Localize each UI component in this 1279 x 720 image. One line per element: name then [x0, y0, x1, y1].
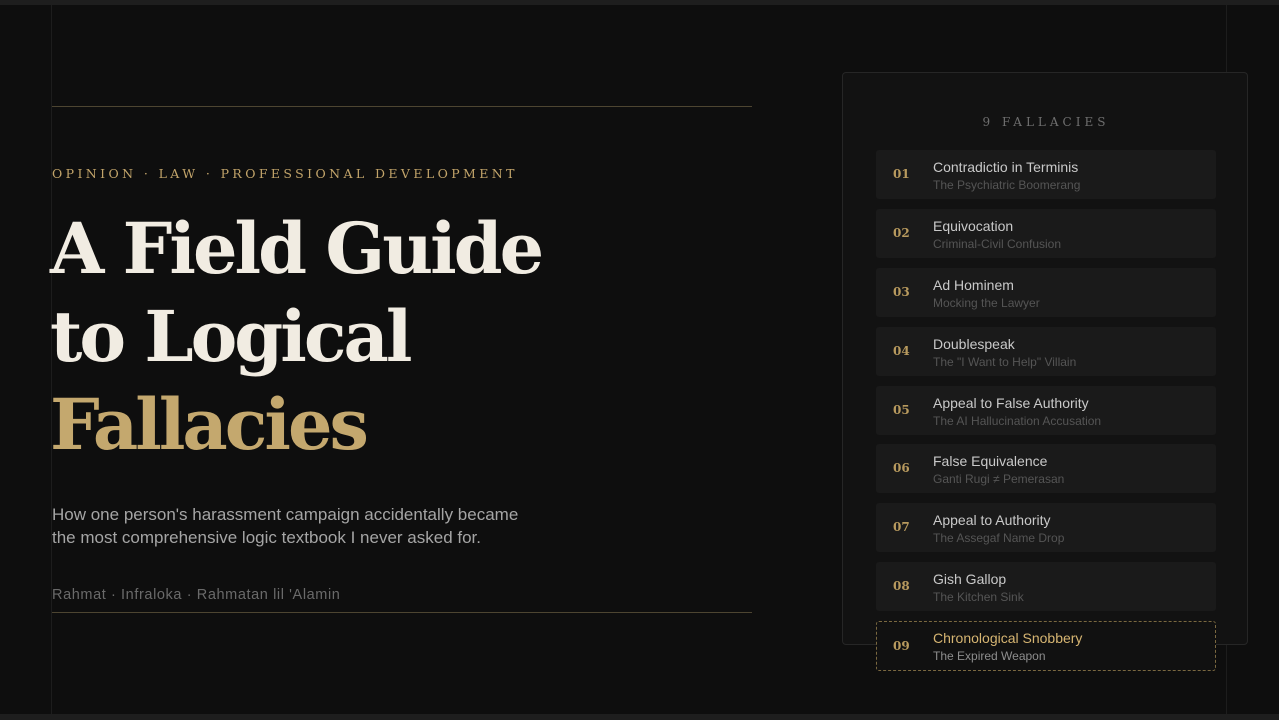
fallacy-number: 04 — [893, 343, 910, 358]
fallacy-number: 09 — [893, 639, 910, 654]
subtitle-line-1: How one person's harassment campaign acc… — [52, 505, 519, 524]
fallacy-name: Appeal to Authority — [933, 512, 1051, 529]
fallacy-description: The AI Hallucination Accusation — [933, 413, 1102, 428]
fallacy-number: 08 — [893, 579, 910, 594]
fallacy-item-8[interactable]: 08 Gish Gallop The Kitchen Sink — [876, 562, 1216, 612]
fallacy-name: Equivocation — [933, 217, 1014, 234]
subtitle-line-2: the most comprehensive logic textbook I … — [52, 528, 482, 547]
fallacy-number: 01 — [893, 167, 910, 181]
fallacy-description: The Psychiatric Boomerang — [933, 178, 1081, 192]
title-line-2: to Logical — [50, 295, 412, 378]
fallacy-name: False Equivalence — [933, 453, 1048, 470]
fallacy-item-2[interactable]: 02 Equivocation Criminal-Civil Confusion — [876, 208, 1216, 258]
slide-canvas: OPINION · LAW · PROFESSIONAL DEVELOPMENT… — [0, 0, 1279, 720]
fallacy-description: The "I Want to Help" Villain — [933, 354, 1077, 369]
fallacy-number: 02 — [893, 225, 910, 240]
fallacy-number: 05 — [893, 402, 910, 417]
fallacy-name: Ad Hominem — [933, 276, 1014, 293]
fallacy-description: Ganti Rugi ≠ Pemerasan — [933, 472, 1065, 487]
fallacy-item-9-active[interactable]: 09 Chronological Snobbery The Expired We… — [876, 621, 1216, 672]
fallacy-description: Criminal-Civil Confusion — [933, 236, 1062, 251]
bottom-rule — [52, 612, 752, 613]
fallacy-number: 07 — [893, 520, 910, 535]
fallacy-name: Gish Gallop — [933, 571, 1007, 588]
fallacy-number: 03 — [893, 284, 910, 299]
fallacy-name: Contradictio in Terminis — [933, 159, 1079, 175]
fallacy-item-5[interactable]: 05 Appeal to False Authority The AI Hall… — [876, 385, 1216, 435]
bottom-edge-bar — [0, 714, 1279, 720]
fallacy-item-1[interactable]: 01 Contradictio in Terminis The Psychiat… — [876, 150, 1216, 199]
fallacy-description: The Kitchen Sink — [933, 590, 1024, 605]
fallacy-description: The Assegaf Name Drop — [933, 531, 1065, 546]
fallacy-item-7[interactable]: 07 Appeal to Authority The Assegaf Name … — [876, 503, 1216, 553]
fallacy-item-4[interactable]: 04 Doublespeak The "I Want to Help" Vill… — [876, 326, 1216, 376]
title-line-3-accent: Fallacies — [50, 383, 369, 466]
page-title: A Field Guide to Logical Fallacies — [50, 205, 544, 469]
category-kicker: OPINION · LAW · PROFESSIONAL DEVELOPMENT — [52, 166, 518, 181]
subtitle: How one person's harassment campaign acc… — [52, 503, 612, 549]
top-rule — [52, 106, 752, 107]
fallacy-description: The Expired Weapon — [933, 649, 1046, 664]
fallacy-description: Mocking the Lawyer — [933, 295, 1040, 310]
fallacy-name: Appeal to False Authority — [933, 394, 1089, 411]
fallacy-list: 01 Contradictio in Terminis The Psychiat… — [876, 150, 1216, 681]
title-line-1: A Field Guide — [50, 207, 544, 290]
fallacy-name: Chronological Snobbery — [933, 630, 1083, 647]
fallacy-name: Doublespeak — [933, 335, 1015, 352]
panel-heading: 9 FALLACIES — [982, 115, 1110, 129]
fallacy-item-6[interactable]: 06 False Equivalence Ganti Rugi ≠ Pemera… — [876, 444, 1216, 494]
byline: Rahmat · Infraloka · Rahmatan lil 'Alami… — [52, 587, 341, 603]
top-edge-bar — [0, 0, 1279, 5]
fallacy-number: 06 — [893, 461, 910, 476]
fallacy-item-3[interactable]: 03 Ad Hominem Mocking the Lawyer — [876, 267, 1216, 317]
